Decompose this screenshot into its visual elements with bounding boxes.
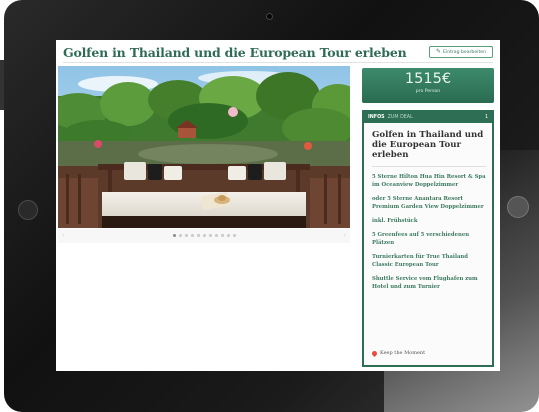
info-title: Golfen in Thailand und die European Tour… [372, 130, 484, 160]
location-pin-icon [370, 349, 379, 357]
feature-item: 5 Sterne Hilton Hua Hin Resort & Spa im … [372, 174, 486, 188]
info-header-count: 1 [484, 115, 488, 120]
feature-item: oder 5 Sterne Anantara Resort Premium Ga… [372, 196, 484, 210]
resort-photo[interactable] [58, 66, 350, 228]
side-button-left [18, 200, 38, 220]
gallery-dot[interactable] [190, 234, 194, 237]
feature-item: inkl. Frühstück [372, 218, 418, 224]
keep-the-moment-link[interactable]: Keep the Moment [370, 349, 426, 357]
gallery-dot[interactable] [214, 234, 218, 237]
price-value: 1515€ [404, 71, 452, 87]
pencil-icon: ✎ [435, 48, 442, 55]
keep-the-moment-label: Keep the Moment [380, 350, 426, 356]
home-button[interactable] [507, 196, 529, 218]
gallery-dot[interactable] [232, 234, 236, 237]
info-divider [372, 166, 486, 167]
gallery-dots [58, 234, 350, 237]
tablet-screen: Golfen in Thailand und die European Tour… [56, 40, 500, 371]
chevron-right-icon[interactable]: › [344, 232, 346, 239]
edit-entry-label: Eintrag bearbeiten [443, 49, 486, 55]
gallery-dot[interactable] [178, 234, 182, 237]
info-panel-header: INFOS ZUM DEAL 1 [364, 112, 492, 123]
gallery-dot[interactable] [208, 234, 212, 237]
gallery-dot[interactable] [220, 234, 224, 237]
edit-entry-button[interactable]: ✎ Eintrag bearbeiten [429, 46, 493, 58]
price-box[interactable]: 1515€ pro Person [362, 68, 494, 103]
feature-item: Shuttle Service vom Flughafen zum Hotel … [372, 276, 478, 290]
divider [63, 62, 493, 63]
price-unit: pro Person [415, 89, 441, 94]
gallery-dot[interactable] [202, 234, 206, 237]
gallery-dot[interactable] [184, 234, 188, 237]
page-title: Golfen in Thailand und die European Tour… [63, 45, 407, 60]
camera-icon [266, 13, 273, 20]
gallery-dot[interactable] [172, 234, 176, 237]
gallery-dot[interactable] [226, 234, 230, 237]
deal-info-panel: INFOS ZUM DEAL 1 Golfen in Thailand und … [362, 110, 494, 367]
feature-item: Turnierkarten für True Thailand Classic … [372, 254, 468, 268]
info-header-bold: INFOS [368, 115, 385, 120]
gallery-slider: ‹ › [58, 229, 350, 243]
gallery-dot[interactable] [196, 234, 200, 237]
resort-photo-image [58, 66, 350, 228]
feature-item: 5 Greenfees auf 5 verschiedenen Plätzen [372, 232, 470, 246]
info-header-light: ZUM DEAL [387, 115, 413, 120]
